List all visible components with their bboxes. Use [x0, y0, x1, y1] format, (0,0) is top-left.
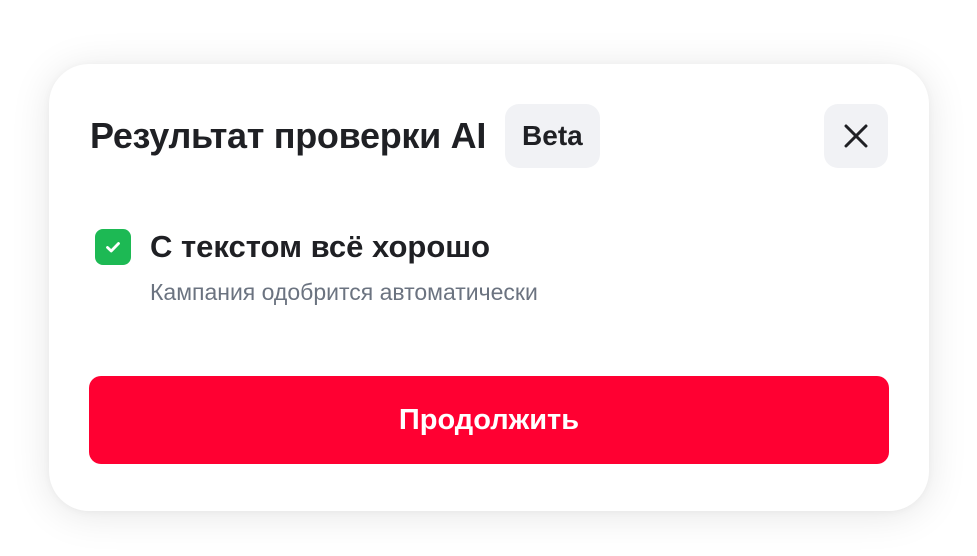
beta-badge: Beta: [505, 104, 600, 168]
check-result-title: С текстом всё хорошо: [150, 229, 491, 264]
close-button[interactable]: [824, 104, 888, 168]
close-icon: [844, 124, 868, 148]
check-result-subtitle: Кампания одобрится автоматически: [150, 279, 538, 305]
dialog-header: Результат проверки AI Beta: [90, 104, 888, 168]
ai-check-result-dialog: Результат проверки AI Beta С текстом всё…: [49, 64, 929, 511]
continue-button[interactable]: Продолжить: [89, 376, 889, 464]
checkmark-icon: [95, 229, 131, 265]
check-result: С текстом всё хорошо Кампания одобрится …: [95, 227, 888, 306]
dialog-title: Результат проверки AI: [90, 115, 487, 156]
check-result-row: С текстом всё хорошо: [95, 227, 888, 267]
page-backdrop: Результат проверки AI Beta С текстом всё…: [0, 0, 977, 556]
